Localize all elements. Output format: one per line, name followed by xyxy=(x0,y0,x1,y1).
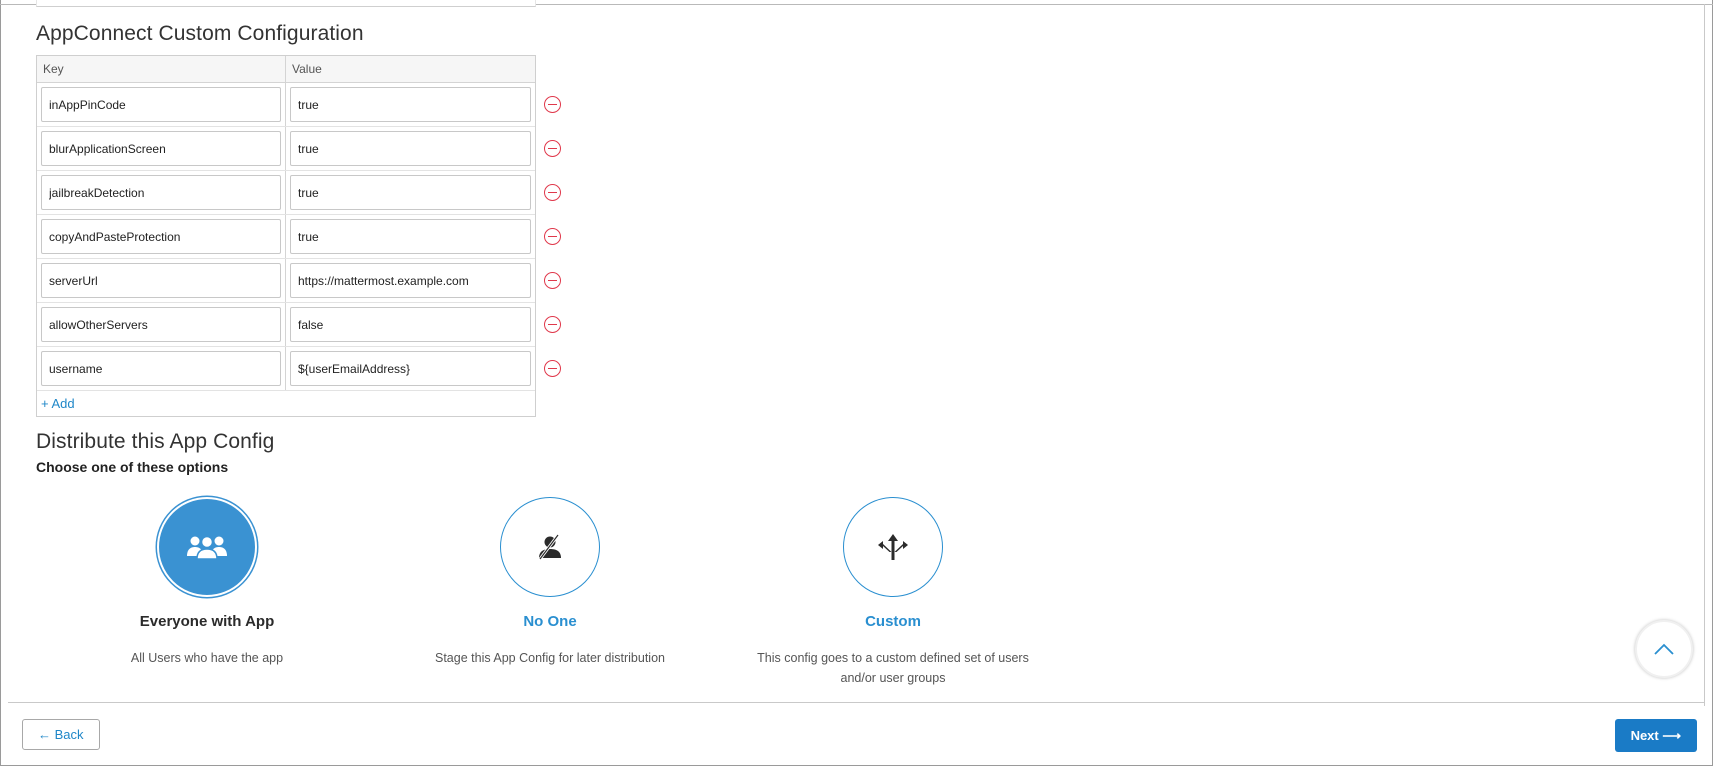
table-row xyxy=(37,303,561,347)
value-column-header: Value xyxy=(292,62,322,76)
remove-row-icon[interactable] xyxy=(544,272,561,289)
table-header: Key Value xyxy=(37,56,535,83)
remove-row-icon[interactable] xyxy=(544,96,561,113)
remove-row-icon[interactable] xyxy=(544,140,561,157)
remove-row-icon[interactable] xyxy=(544,228,561,245)
value-input[interactable] xyxy=(290,87,531,122)
add-row: + Add xyxy=(37,391,535,416)
remove-row-icon[interactable] xyxy=(544,184,561,201)
option-title: No One xyxy=(523,613,577,630)
value-input[interactable] xyxy=(290,175,531,210)
table-row xyxy=(37,259,561,303)
table-row xyxy=(37,127,561,171)
key-input[interactable] xyxy=(41,175,281,210)
add-row-link[interactable]: + Add xyxy=(41,396,75,411)
right-divider xyxy=(1704,4,1705,706)
value-input[interactable] xyxy=(290,263,531,298)
value-input[interactable] xyxy=(290,351,531,386)
key-input[interactable] xyxy=(41,263,281,298)
option-description: This config goes to a custom defined set… xyxy=(757,651,1029,685)
footer-bar: ← Back Next ⟶ xyxy=(8,702,1705,767)
table-row xyxy=(37,171,561,215)
option-description: Stage this App Config for later distribu… xyxy=(435,651,665,665)
option-title: Custom xyxy=(865,613,921,630)
key-input[interactable] xyxy=(41,131,281,166)
config-table: Key Value + Add xyxy=(36,55,561,417)
option-custom[interactable]: Custom This config goes to a custom defi… xyxy=(723,497,1063,688)
key-input[interactable] xyxy=(41,87,281,122)
key-input[interactable] xyxy=(41,307,281,342)
remove-row-icon[interactable] xyxy=(544,360,561,377)
top-tab-edge xyxy=(36,0,536,7)
scroll-to-top-button[interactable] xyxy=(1635,620,1693,678)
key-column-header: Key xyxy=(37,56,286,82)
config-section-title: AppConnect Custom Configuration xyxy=(36,22,364,45)
split-arrows-icon xyxy=(878,534,908,560)
option-description: All Users who have the app xyxy=(130,651,284,665)
key-input[interactable] xyxy=(41,219,281,254)
no-user-icon xyxy=(538,534,561,560)
option-everyone[interactable]: Everyone with App All Users who have the… xyxy=(37,497,377,668)
option-no-one-circle[interactable] xyxy=(500,497,600,597)
table-row xyxy=(37,347,561,391)
table-row xyxy=(37,83,561,127)
chevron-up-icon xyxy=(1654,643,1674,655)
table-row xyxy=(37,215,561,259)
distribute-subtitle: Choose one of these options xyxy=(36,459,229,475)
value-input[interactable] xyxy=(290,307,531,342)
next-button[interactable]: Next ⟶ xyxy=(1614,719,1697,752)
key-input[interactable] xyxy=(41,351,281,386)
users-group-icon xyxy=(187,535,227,560)
value-input[interactable] xyxy=(290,219,531,254)
remove-row-icon[interactable] xyxy=(544,316,561,333)
option-everyone-circle[interactable] xyxy=(157,497,257,597)
option-no-one[interactable]: No One Stage this App Config for later d… xyxy=(380,497,720,668)
value-input[interactable] xyxy=(290,131,531,166)
distribute-section-title: Distribute this App Config xyxy=(36,430,275,453)
back-button[interactable]: ← Back xyxy=(22,719,100,750)
option-custom-circle[interactable] xyxy=(843,497,943,597)
option-title: Everyone with App xyxy=(139,613,275,630)
